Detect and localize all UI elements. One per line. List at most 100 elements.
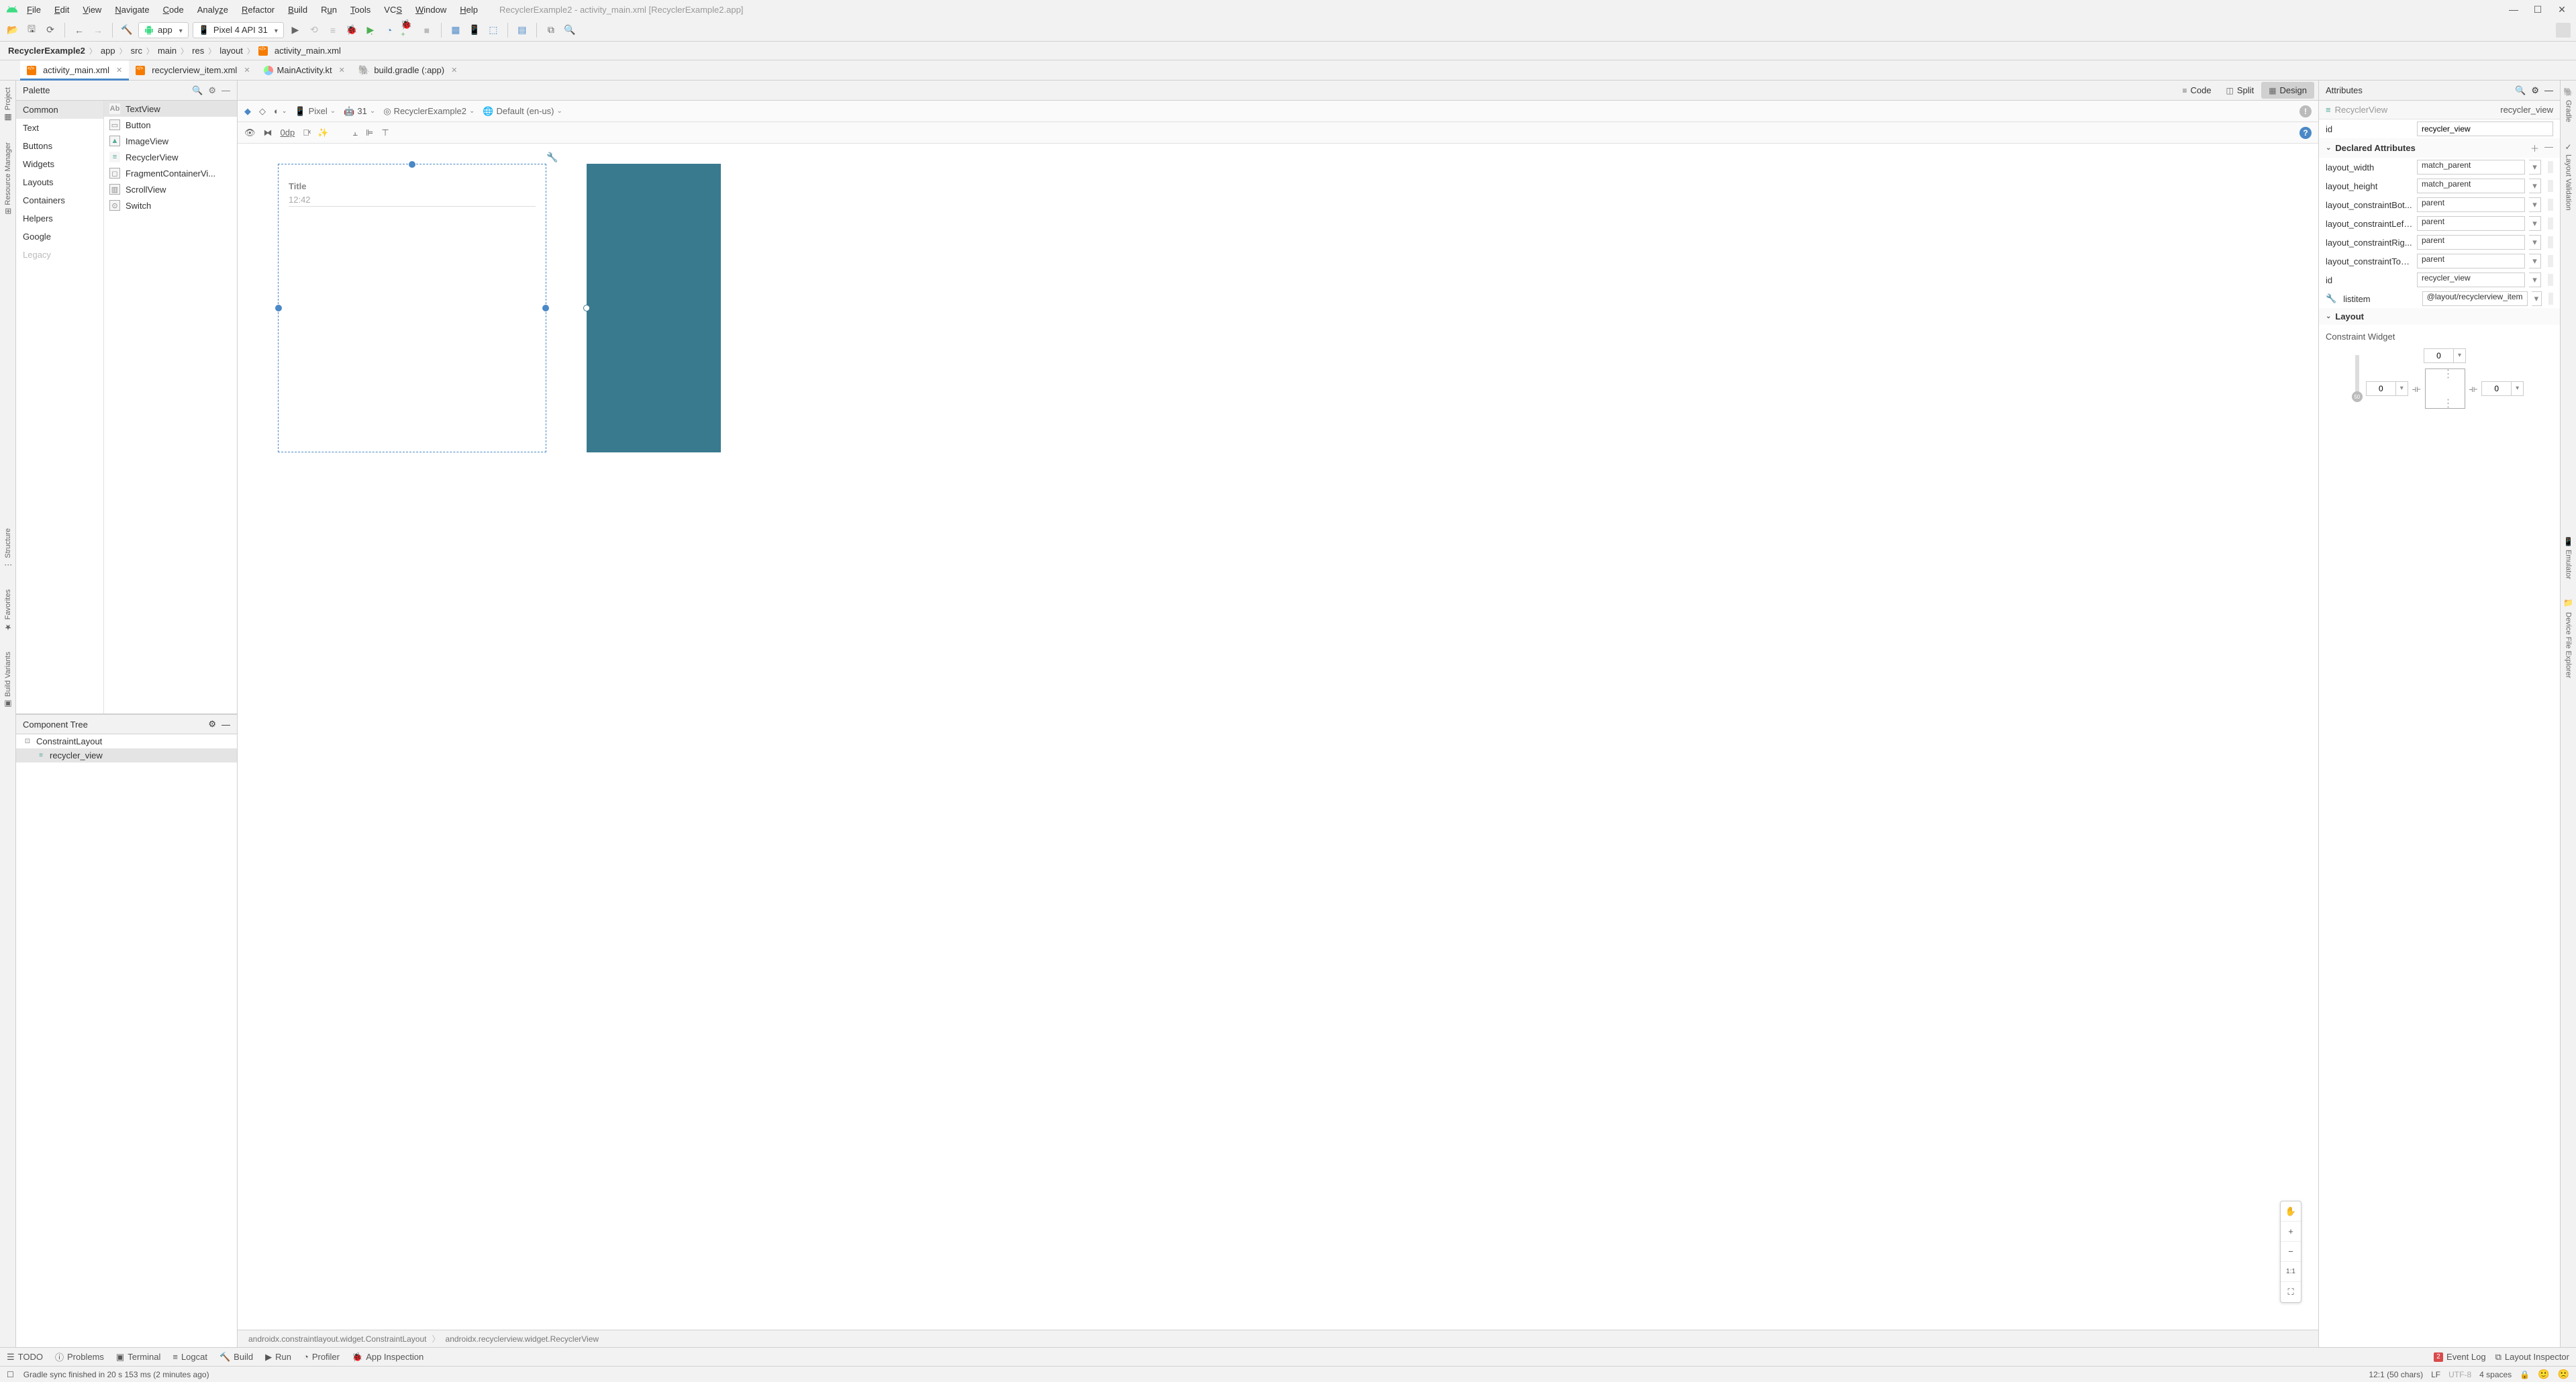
minimize-icon[interactable]: — [221,85,230,95]
palette-item[interactable]: ◻FragmentContainerVi... [104,165,237,181]
spring-right-icon[interactable]: ⟛ [2469,383,2478,395]
resize-handle[interactable] [542,305,549,311]
palette-category[interactable]: Text [16,119,103,137]
minimize-icon[interactable]: — [221,720,230,730]
tree-item-recycler[interactable]: ≡ recycler_view [16,748,237,762]
tool-logcat[interactable]: ≡Logcat [172,1352,207,1362]
margin-top-input[interactable] [2424,348,2454,363]
file-encoding[interactable]: UTF-8 [2448,1370,2471,1379]
menu-window[interactable]: Window [410,2,452,17]
palette-item[interactable]: ≡RecyclerView [104,149,237,165]
crumb[interactable]: activity_main.xml [275,46,341,56]
dropdown-icon[interactable]: ▾ [2532,291,2542,306]
zoom-out-button[interactable]: − [2281,1242,2301,1262]
forward-icon[interactable]: → [91,23,105,38]
dropdown-icon[interactable]: ▾ [2529,254,2541,268]
minimize-icon[interactable]: — [2544,85,2553,95]
stop-button[interactable]: ■ [419,23,434,38]
zoom-fit-button[interactable]: 1:1 [2281,1262,2301,1282]
feedback-good-icon[interactable]: 🙂 [2538,1369,2549,1380]
view-mode-design[interactable]: ▦Design [2261,82,2314,99]
dropdown-icon[interactable]: ▾ [2529,273,2541,287]
attr-value[interactable]: parent [2417,235,2525,250]
default-margin[interactable]: 0dp [281,128,295,138]
declared-attributes-header[interactable]: ⌄ Declared Attributes ＋— [2319,138,2560,158]
gear-icon[interactable]: ⚙ [208,85,216,96]
layout-inspector[interactable]: ⧉Layout Inspector [2495,1352,2569,1363]
menu-help[interactable]: Help [454,2,483,17]
lock-icon[interactable]: 🔒 [2520,1370,2530,1379]
search-everywhere-icon[interactable]: 🔍 [562,23,577,38]
crumb[interactable]: layout [219,46,243,56]
save-icon[interactable]: 🖫 [24,23,39,38]
menu-tools[interactable]: Tools [345,2,376,17]
palette-category[interactable]: Containers [16,191,103,209]
rail-emulator[interactable]: 📱Emulator [2564,537,2573,579]
margin-left-input[interactable] [2366,381,2396,396]
blueprint-surface[interactable] [587,164,721,452]
dropdown-icon[interactable]: ▾ [2454,348,2466,363]
spring-left-icon[interactable]: ⟛ [2412,383,2421,395]
palette-category[interactable]: Widgets [16,155,103,173]
theme-select[interactable]: ◎ RecyclerExample2 [383,106,475,117]
canvas-crumb[interactable]: androidx.constraintlayout.widget.Constra… [248,1334,427,1344]
bias-slider-vertical[interactable]: 50 [2355,355,2359,402]
apply-changes-icon[interactable]: ⟲ [307,23,321,38]
view-options-icon[interactable]: 👁 [244,128,256,138]
resource-manager-icon[interactable]: ▤ [515,23,530,38]
rail-gradle[interactable]: 🐘Gradle [2564,87,2573,122]
attr-id-input[interactable] [2417,121,2553,136]
zoom-frame-button[interactable]: ⛶ [2281,1282,2301,1302]
rail-layout-validation[interactable]: ✓Layout Validation [2564,142,2573,211]
crumb[interactable]: app [101,46,115,56]
warnings-icon[interactable]: ! [2299,105,2312,117]
menu-run[interactable]: Run [315,2,342,17]
close-tab-icon[interactable]: ✕ [116,66,122,75]
pan-button[interactable]: ✋ [2281,1201,2301,1222]
attr-value[interactable]: @layout/recyclerview_item [2422,291,2528,306]
attr-value[interactable]: match_parent [2417,160,2525,175]
attr-flag[interactable] [2548,199,2553,211]
attr-value[interactable]: recycler_view [2417,273,2525,287]
design-surface[interactable]: Title 12:42 [278,164,546,452]
attr-value[interactable]: match_parent [2417,179,2525,193]
palette-item[interactable]: ⊙Switch [104,197,237,213]
crumb[interactable]: RecyclerExample2 [8,46,85,56]
device-dropdown[interactable]: 📱 Pixel 4 API 31 [193,22,284,38]
dropdown-icon[interactable]: ▾ [2529,197,2541,212]
dropdown-icon[interactable]: ▾ [2512,381,2524,396]
attr-flag[interactable] [2548,236,2553,248]
attach-debugger-icon[interactable]: 🐞⁺ [401,23,415,38]
attr-value[interactable]: parent [2417,216,2525,231]
attr-flag[interactable] [2548,293,2553,305]
device-select[interactable]: 📱 Pixel [295,106,336,117]
crumb[interactable]: src [131,46,142,56]
tool-terminal[interactable]: ▣Terminal [116,1352,160,1363]
crumb[interactable]: res [192,46,204,56]
search-icon[interactable]: 🔍 [2515,85,2526,96]
rail-device-file-explorer[interactable]: 📁Device File Explorer [2564,599,2573,678]
zoom-in-button[interactable]: + [2281,1222,2301,1242]
palette-item[interactable]: ▲ImageView [104,133,237,149]
infer-constraints-icon[interactable]: ✨ [317,128,328,138]
margin-right-input[interactable] [2481,381,2512,396]
tool-run[interactable]: ▶Run [265,1352,291,1363]
menu-refactor[interactable]: Refactor [236,2,280,17]
close-tab-icon[interactable]: ✕ [451,66,457,75]
crumb[interactable]: main [158,46,177,56]
constraint-box[interactable]: ⋮ ⋮ [2425,368,2465,409]
tool-problems[interactable]: ⓘProblems [55,1350,104,1363]
tool-build[interactable]: 🔨Build [219,1352,253,1363]
maximize-button[interactable]: ☐ [2532,4,2544,15]
close-tab-icon[interactable]: ✕ [339,66,345,75]
guideline-icon[interactable]: ⊤ [381,128,389,138]
menu-vcs[interactable]: VCS [379,2,407,17]
palette-item[interactable]: AbTextView [104,101,237,117]
tool-app-inspection[interactable]: 🐞App Inspection [352,1352,424,1363]
night-mode-icon[interactable]: ◐⌄ [274,106,287,116]
gear-icon[interactable]: ⚙ [2531,85,2539,96]
search-icon[interactable]: 🔍 [192,85,203,96]
dropdown-icon[interactable]: ▾ [2529,216,2541,231]
sync-icon[interactable]: ⟳ [43,23,58,38]
tools-wrench-icon[interactable]: 🔧 [546,152,558,163]
